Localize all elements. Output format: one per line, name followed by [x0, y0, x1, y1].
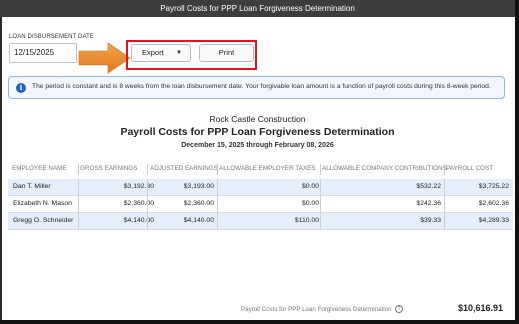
employer-taxes-cell: $110.00 [294, 217, 319, 224]
column-divider [78, 196, 79, 212]
chevron-down-icon: ▼ [176, 50, 182, 56]
date-label: LOAN DISBURSEMENT DATE [9, 34, 94, 40]
employee-name-cell[interactable]: Dan T. Miller [13, 179, 51, 195]
column-divider [147, 196, 148, 212]
payroll-cost-cell: $2,602.36 [478, 200, 509, 207]
report-title: Payroll Costs for PPP Loan Forgiveness D… [120, 126, 395, 138]
column-header-employee-name[interactable]: EMPLOYEE NAME [12, 165, 67, 172]
info-text: The period is constant and is 8 weeks fr… [32, 83, 491, 90]
column-divider [444, 179, 445, 195]
column-divider [147, 213, 148, 229]
employee-name-cell[interactable]: Gregg O. Schneider [13, 213, 73, 229]
adjusted-earnings-cell: $2,360.00 [183, 200, 214, 207]
column-divider [444, 196, 445, 212]
column-divider [147, 164, 148, 175]
report-date-range: December 15, 2025 through February 08, 2… [181, 142, 334, 149]
payroll-cost-cell: $3,725.22 [478, 183, 509, 190]
column-divider [320, 196, 321, 212]
gross-earnings-cell: $2,360.00 [123, 200, 154, 207]
column-divider [320, 164, 321, 175]
employee-name-cell[interactable]: Elizabeth N. Mason [13, 196, 72, 212]
column-header-payroll-cost[interactable]: PAYROLL COST [446, 165, 493, 172]
employer-taxes-cell: $0.00 [301, 200, 319, 207]
table-row[interactable]: Elizabeth N. Mason $2,360.00 $2,360.00 $… [8, 196, 513, 213]
column-divider [444, 213, 445, 229]
export-label: Export [142, 48, 164, 57]
info-icon: i [16, 83, 26, 93]
column-divider [444, 164, 445, 175]
company-contributions-cell: $39.33 [420, 217, 441, 224]
column-header-adjusted-earnings[interactable]: ADJUSTED EARNINGS [150, 165, 218, 172]
column-divider [320, 213, 321, 229]
footer-total-label: Payroll Costs for PPP Loan Forgiveness D… [241, 306, 392, 313]
column-divider [147, 179, 148, 195]
column-header-gross-earnings[interactable]: GROSS EARNINGS [80, 165, 137, 172]
payroll-cost-cell: $4,289.33 [478, 217, 509, 224]
help-icon[interactable]: ? [395, 305, 403, 313]
column-header-allowable-company-contributions[interactable]: ALLOWABLE COMPANY CONTRIBUTIONS [322, 165, 447, 172]
column-divider [320, 179, 321, 195]
company-name: Rock Castle Construction [209, 114, 306, 124]
table-row[interactable]: Gregg O. Schneider $4,140.00 $4,140.00 $… [8, 213, 513, 230]
adjusted-earnings-cell: $3,193.00 [183, 183, 214, 190]
adjusted-earnings-cell: $4,140.00 [183, 217, 214, 224]
gross-earnings-cell: $3,192.30 [123, 183, 154, 190]
employer-taxes-cell: $0.00 [301, 183, 319, 190]
column-divider [217, 164, 218, 175]
column-divider [78, 213, 79, 229]
orange-arrow-icon [78, 42, 131, 74]
footer-total-value: $10,616.91 [458, 303, 504, 313]
company-contributions-cell: $532.22 [416, 183, 441, 190]
window-title: Payroll Costs for PPP Loan Forgiveness D… [0, 0, 515, 17]
gross-earnings-cell: $4,140.00 [123, 217, 154, 224]
column-divider [217, 179, 218, 195]
column-divider [217, 213, 218, 229]
column-divider [78, 164, 79, 175]
column-divider [217, 196, 218, 212]
table-row[interactable]: Dan T. Miller $3,192.30 $3,193.00 $0.00 … [8, 179, 513, 196]
info-banner: i The period is constant and is 8 weeks … [8, 76, 505, 99]
column-header-allowable-employer-taxes[interactable]: ALLOWABLE EMPLOYER TAXES [219, 165, 315, 172]
loan-disbursement-date-input[interactable]: 12/15/2025 [9, 43, 77, 63]
print-button[interactable]: Print [199, 44, 254, 62]
column-divider [78, 179, 79, 195]
export-button[interactable]: Export ▼ [131, 44, 191, 62]
company-contributions-cell: $242.36 [416, 200, 441, 207]
